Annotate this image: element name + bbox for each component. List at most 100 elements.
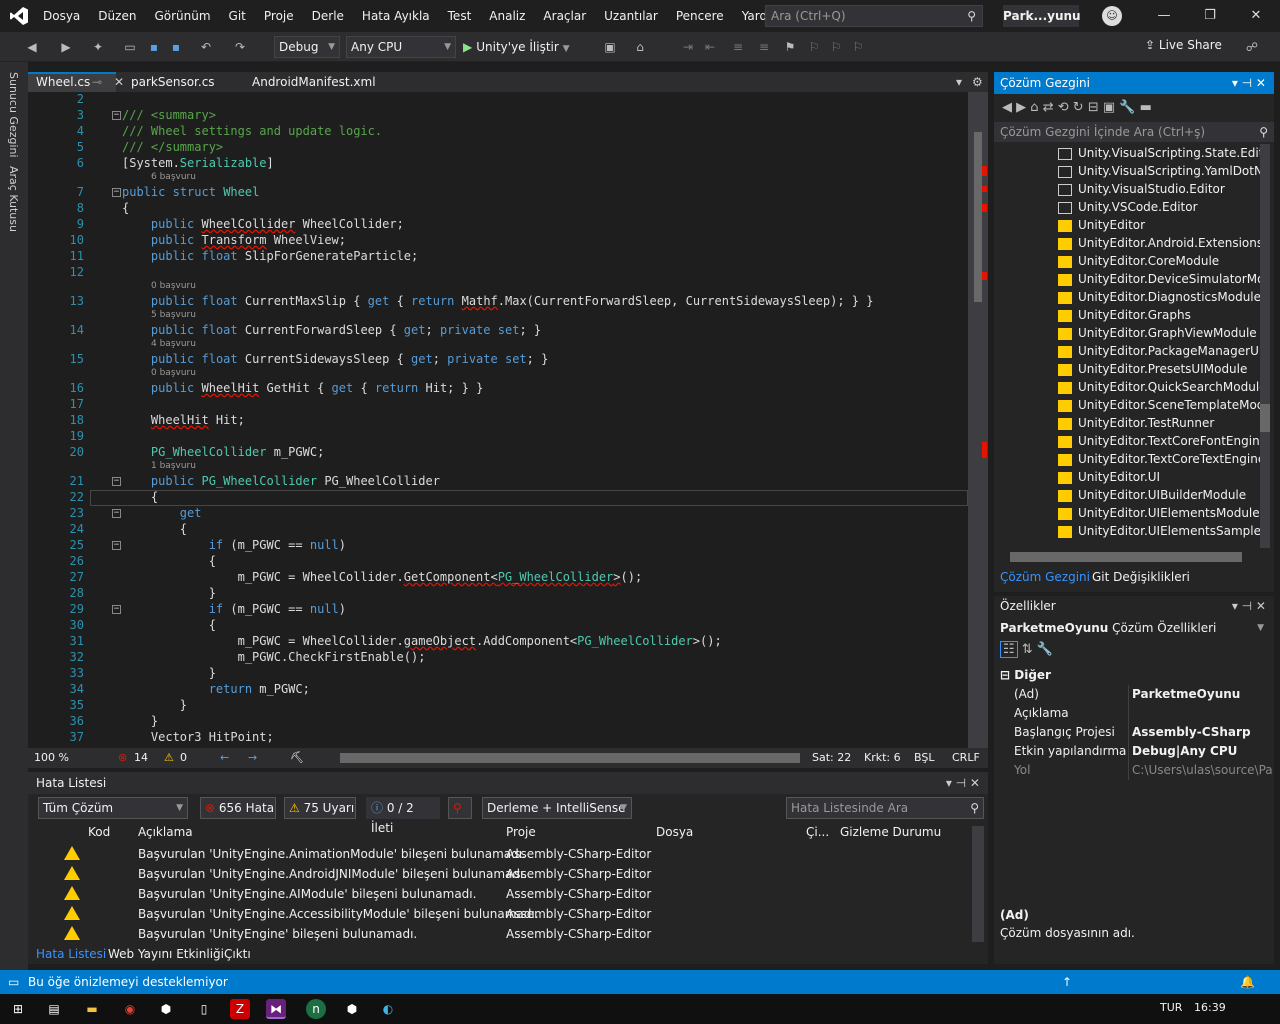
tree-item[interactable]: Unity.VisualScripting.YamlDotNet xyxy=(1058,162,1260,180)
code-area[interactable]: 2 3−/// <summary> 4/// Wheel settings and … xyxy=(28,92,968,748)
menu-araçlar[interactable]: Araçlar xyxy=(534,0,595,32)
menu-test[interactable]: Test xyxy=(439,0,481,32)
tab-overflow-icon[interactable]: ▾ xyxy=(956,72,972,92)
property-row[interactable]: Açıklama xyxy=(994,704,1274,723)
notepad-icon[interactable]: ▯ xyxy=(194,999,214,1019)
restore-icon[interactable]: ❐ xyxy=(1187,0,1233,32)
tab-androidmanifest[interactable]: AndroidManifest.xml xyxy=(244,72,384,92)
code-line[interactable]: { xyxy=(122,490,158,504)
error-list-scrollbar[interactable] xyxy=(972,826,984,942)
tree-item[interactable]: UnityEditor.QuickSearchModule xyxy=(1058,378,1260,396)
save-all-icon[interactable]: ▪ xyxy=(168,39,184,55)
table-row[interactable]: Başvurulan 'UnityEngine.AndroidJNIModule… xyxy=(28,864,968,884)
menu-proje[interactable]: Proje xyxy=(255,0,303,32)
code-line[interactable]: } xyxy=(122,586,216,600)
scroll-thumb[interactable] xyxy=(974,132,982,302)
clock[interactable]: 16:39 xyxy=(1194,1001,1226,1014)
step-over-icon[interactable]: ⇤ xyxy=(702,39,718,55)
sync-icon[interactable]: ⇄ xyxy=(1043,100,1054,115)
code-line[interactable]: { xyxy=(122,554,216,568)
code-line[interactable]: public PG_WheelCollider PG_WheelCollider xyxy=(122,474,440,488)
preview-icon[interactable]: ▬ xyxy=(1140,100,1152,115)
tab-error-list[interactable]: Hata Listesi xyxy=(36,944,106,964)
codelens-references[interactable]: 6 başvuru xyxy=(151,172,196,182)
property-value[interactable]: C:\Users\ulas\source\ParketmeOyunu xyxy=(1132,761,1272,780)
tree-item[interactable]: UnityEditor.DeviceSimulatorModule xyxy=(1058,270,1260,288)
folder-icon[interactable]: ▣ xyxy=(602,39,618,55)
tree-item[interactable]: Unity.VSCode.Editor xyxy=(1058,198,1198,216)
notification-icon[interactable]: 🔔 xyxy=(1240,970,1255,994)
table-row[interactable]: Başvurulan 'UnityEngine.AnimationModule'… xyxy=(28,844,968,864)
tree-item[interactable]: UnityEditor.PackageManagerUIModule xyxy=(1058,342,1260,360)
open-folder-icon[interactable]: ▭ xyxy=(122,39,138,55)
error-count[interactable]: 14 xyxy=(134,748,148,768)
col-proje[interactable]: Proje xyxy=(506,822,536,842)
fold-toggle-icon[interactable]: − xyxy=(112,541,121,550)
tree-item[interactable]: UnityEditor.UIElementsModule xyxy=(1058,504,1260,522)
panel-controls-icon[interactable]: ▾ ⊣ ✕ xyxy=(1232,596,1266,616)
code-line[interactable]: { xyxy=(122,618,216,632)
show-all-icon[interactable]: ▣ xyxy=(1103,100,1115,115)
table-row[interactable]: Başvurulan 'UnityEngine' bileşeni buluna… xyxy=(28,924,968,944)
warnings-filter-button[interactable]: ⚠ 75 Uyarı xyxy=(284,797,356,819)
property-value[interactable]: Assembly-CSharp xyxy=(1132,723,1272,742)
editor-vertical-scrollbar[interactable] xyxy=(968,92,988,748)
bookmark-icon[interactable]: ⚑ xyxy=(782,39,798,55)
code-line[interactable]: } xyxy=(122,698,187,712)
publish-icon[interactable]: ↑ xyxy=(1062,970,1072,994)
tree-item[interactable]: UnityEditor.CoreModule xyxy=(1058,252,1219,270)
codelens-references[interactable]: 5 başvuru xyxy=(151,310,196,320)
zoom-level[interactable]: 100 % xyxy=(34,748,69,768)
tree-item[interactable]: UnityEditor.Android.Extensions xyxy=(1058,234,1260,252)
code-line[interactable]: WheelHit Hit; xyxy=(122,413,245,427)
clear-bookmark-icon[interactable]: ⚐ xyxy=(850,39,866,55)
properties-icon[interactable]: 🔧 xyxy=(1119,100,1135,115)
tree-item[interactable]: UnityEditor.TextCoreFontEngineModule xyxy=(1058,432,1260,450)
menu-derle[interactable]: Derle xyxy=(303,0,353,32)
menu-git[interactable]: Git xyxy=(220,0,255,32)
pin-icon[interactable]: ⊸ xyxy=(92,74,102,91)
error-search-input[interactable]: Hata Listesinde Ara ⚲ xyxy=(786,797,984,819)
back-icon[interactable]: ◀ xyxy=(1002,100,1012,115)
tree-item[interactable]: UnityEditor.DiagnosticsModule xyxy=(1058,288,1260,306)
tree-item[interactable]: Unity.VisualScripting.State.Editor xyxy=(1058,144,1260,162)
tab-git-changes[interactable]: Git Değişiklikleri xyxy=(1092,566,1190,588)
fold-toggle-icon[interactable]: − xyxy=(112,188,121,197)
tab-web-publish[interactable]: Web Yayını Etkinliği xyxy=(108,944,224,964)
tree-item[interactable]: UnityEditor.UIElementsSamplesModule xyxy=(1058,522,1260,540)
build-filter-dropdown[interactable]: Derleme + IntelliSense ▼ xyxy=(482,797,632,819)
property-pages-icon[interactable]: 🔧 xyxy=(1037,642,1053,657)
file-explorer-icon[interactable]: ▬ xyxy=(82,999,102,1019)
tree-item[interactable]: UnityEditor.UI xyxy=(1058,468,1160,486)
save-icon[interactable]: ▪ xyxy=(146,39,162,55)
property-row[interactable]: (Ad) ParketmeOyunu xyxy=(994,685,1274,704)
codelens-references[interactable]: 4 başvuru xyxy=(151,339,196,349)
alphabetical-icon[interactable]: ⇅ xyxy=(1022,642,1033,657)
codelens-references[interactable]: 0 başvuru xyxy=(151,281,196,291)
tab-output[interactable]: Çıktı xyxy=(224,944,251,964)
code-line[interactable]: m_PGWC = WheelCollider.gameObject.AddCom… xyxy=(122,634,722,648)
tree-item[interactable]: UnityEditor.SceneTemplateModule xyxy=(1058,396,1260,414)
tab-solution-explorer[interactable]: Çözüm Gezgini xyxy=(1000,566,1090,588)
undo-icon[interactable]: ↶ xyxy=(198,39,214,55)
code-line[interactable]: /// Wheel settings and update logic. xyxy=(122,124,382,138)
uncomment-icon[interactable]: ≡ xyxy=(756,39,772,55)
minimize-icon[interactable]: — xyxy=(1141,0,1187,32)
menu-görünüm[interactable]: Görünüm xyxy=(145,0,219,32)
new-project-icon[interactable]: ✦ xyxy=(90,39,106,55)
code-line[interactable]: public float CurrentForwardSleep { get; … xyxy=(122,323,541,337)
search-input[interactable]: Ara (Ctrl+Q) ⚲ xyxy=(765,5,983,27)
task-view-icon[interactable]: ▤ xyxy=(44,999,64,1019)
code-line[interactable]: m_PGWC.CheckFirstEnable(); xyxy=(122,650,426,664)
next-bookmark-icon[interactable]: ⚐ xyxy=(828,39,844,55)
code-line[interactable]: if (m_PGWC == null) xyxy=(122,602,346,616)
messages-filter-button[interactable]: ⓘ 0 / 2 İleti xyxy=(366,797,440,835)
tree-item[interactable]: UnityEditor xyxy=(1058,216,1145,234)
code-line[interactable]: PG_WheelCollider m_PGWC; xyxy=(122,445,324,459)
tree-item[interactable]: UnityEditor.TextCoreTextEngineModule xyxy=(1058,450,1260,468)
horizontal-scrollbar[interactable] xyxy=(340,753,800,763)
code-line[interactable]: } xyxy=(122,714,158,728)
step-icon[interactable]: ⇥ xyxy=(680,39,696,55)
errors-filter-button[interactable]: ⊗ 656 Hata xyxy=(200,797,276,819)
redo-icon[interactable]: ↷ xyxy=(232,39,248,55)
